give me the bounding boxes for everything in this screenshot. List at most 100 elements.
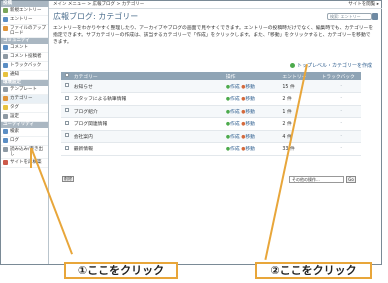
upload-icon bbox=[3, 26, 8, 31]
select-all-checkbox[interactable] bbox=[65, 73, 69, 77]
row-checkbox[interactable] bbox=[65, 120, 69, 125]
row-actions: ●作成 ●移動 bbox=[221, 92, 279, 106]
sidebar-item-label: ログ bbox=[10, 138, 19, 143]
create-button[interactable]: 作成 bbox=[230, 147, 240, 152]
breadcrumb[interactable]: メイン メニュー > 広報ブログ > カテゴリー bbox=[53, 2, 144, 7]
sidebar-item-entries[interactable]: エントリー bbox=[1, 16, 48, 25]
entries-icon bbox=[3, 17, 8, 22]
main-content: 広報ブログ: カテゴリー 検索: エントリー エントリーをわかりやすく整理したり… bbox=[49, 10, 382, 264]
entry-count[interactable]: 33 件 bbox=[278, 142, 318, 156]
import-icon bbox=[3, 147, 8, 152]
row-checkbox[interactable] bbox=[65, 108, 69, 113]
sidebar: 投稿 新規エントリー エントリー ファイルのアップロード コミュニティ コメント… bbox=[1, 1, 49, 264]
search-input[interactable]: 検索: エントリー bbox=[327, 13, 372, 20]
sidebar-item-label: 通知 bbox=[10, 72, 19, 77]
app-window: 投稿 新規エントリー エントリー ファイルのアップロード コミュニティ コメント… bbox=[0, 0, 382, 265]
search-button[interactable] bbox=[372, 13, 378, 20]
create-button[interactable]: 作成 bbox=[230, 85, 240, 90]
sidebar-item-label: コメント投稿者 bbox=[10, 54, 42, 59]
move-button[interactable]: 移動 bbox=[245, 85, 255, 90]
col-entries: エントリー bbox=[278, 72, 318, 80]
sidebar-item-comments[interactable]: コメント bbox=[1, 44, 48, 53]
create-button[interactable]: 作成 bbox=[230, 135, 240, 140]
sidebar-item-label: コメント bbox=[10, 45, 28, 50]
sidebar-item-label: テンプレート bbox=[10, 87, 37, 92]
sidebar-item-settings[interactable]: 設定 bbox=[1, 113, 48, 122]
category-name[interactable]: ブログ関連情報 bbox=[69, 117, 222, 131]
category-name[interactable]: お知らせ bbox=[69, 80, 222, 93]
sidebar-item-log[interactable]: ログ bbox=[1, 137, 48, 146]
sidebar-item-label: タグ bbox=[10, 105, 19, 110]
category-name[interactable]: ブログ紹介 bbox=[69, 105, 222, 118]
table-row: ブログ紹介 ●作成 ●移動 1 件 - bbox=[61, 105, 361, 118]
category-name[interactable]: 会社案内 bbox=[69, 130, 222, 143]
rebuild-icon bbox=[3, 160, 8, 165]
create-button[interactable]: 作成 bbox=[230, 110, 240, 115]
notify-icon bbox=[3, 72, 8, 77]
sidebar-item-tags[interactable]: タグ bbox=[1, 104, 48, 113]
sidebar-item-commenters[interactable]: コメント投稿者 bbox=[1, 53, 48, 62]
table-row: 会社案内 ●作成 ●移動 4 件 - bbox=[61, 130, 361, 143]
row-checkbox[interactable] bbox=[65, 133, 69, 138]
row-actions: ●作成 ●移動 bbox=[221, 142, 279, 156]
table-row: お知らせ ●作成 ●移動 15 件 - bbox=[61, 80, 361, 93]
new-entry-icon bbox=[3, 8, 8, 13]
move-button[interactable]: 移動 bbox=[245, 110, 255, 115]
move-button[interactable]: 移動 bbox=[245, 135, 255, 140]
comment-icon bbox=[3, 45, 8, 50]
move-button[interactable]: 移動 bbox=[245, 122, 255, 127]
category-table: カテゴリー 操作 エントリー トラックバック お知らせ ●作成 ●移動 15 件… bbox=[61, 72, 361, 156]
delete-button[interactable]: 削除 bbox=[62, 176, 74, 182]
col-category: カテゴリー bbox=[69, 72, 222, 80]
sidebar-item-trackbacks[interactable]: トラックバック bbox=[1, 62, 48, 71]
sidebar-item-label: 読み込み/書き出し bbox=[10, 147, 44, 157]
trackback-cell: - bbox=[317, 130, 361, 143]
entry-count[interactable]: 2 件 bbox=[278, 117, 318, 131]
sidebar-item-search[interactable]: 検索 bbox=[1, 128, 48, 137]
tag-icon bbox=[3, 105, 8, 110]
entry-count[interactable]: 4 件 bbox=[278, 130, 318, 143]
create-category-link[interactable]: トップレベル・カテゴリーを作成 bbox=[289, 62, 372, 69]
move-button[interactable]: 移動 bbox=[245, 97, 255, 102]
breadcrumb-bar: メイン メニュー > 広報ブログ > カテゴリー サイトを閲覧 ▸ bbox=[49, 1, 382, 9]
row-actions: ●作成 ●移動 bbox=[221, 80, 279, 93]
create-button[interactable]: 作成 bbox=[230, 97, 240, 102]
sidebar-item-templates[interactable]: テンプレート bbox=[1, 86, 48, 95]
sidebar-item-label: 新規エントリー bbox=[10, 8, 42, 13]
go-button[interactable]: Go bbox=[346, 176, 356, 183]
table-row: ブログ関連情報 ●作成 ●移動 2 件 - bbox=[61, 117, 361, 131]
plus-icon bbox=[289, 63, 295, 68]
search-icon bbox=[3, 129, 8, 134]
view-site-link[interactable]: サイトを閲覧 ▸ bbox=[348, 1, 379, 9]
table-row: スタッフによる執筆情報 ●作成 ●移動 2 件 - bbox=[61, 92, 361, 106]
trackback-cell: - bbox=[317, 80, 361, 93]
sidebar-item-import[interactable]: 読み込み/書き出し bbox=[1, 146, 48, 159]
row-checkbox[interactable] bbox=[65, 83, 69, 87]
sidebar-item-notify[interactable]: 通知 bbox=[1, 71, 48, 80]
sidebar-item-rebuild[interactable]: サイトを再構築 bbox=[1, 159, 48, 168]
col-trackbacks: トラックバック bbox=[317, 72, 361, 80]
move-button[interactable]: 移動 bbox=[245, 147, 255, 152]
sidebar-item-label: カテゴリー bbox=[10, 96, 33, 101]
create-category-label: トップレベル・カテゴリーを作成 bbox=[296, 63, 372, 69]
table-row: 最新情報 ●作成 ●移動 33 件 - bbox=[61, 142, 361, 156]
entry-count[interactable]: 15 件 bbox=[278, 80, 318, 93]
title-row: 広報ブログ: カテゴリー 検索: エントリー bbox=[53, 10, 378, 24]
category-icon bbox=[3, 96, 8, 101]
category-name[interactable]: 最新情報 bbox=[69, 142, 222, 156]
template-icon bbox=[3, 87, 8, 92]
category-name[interactable]: スタッフによる執筆情報 bbox=[69, 92, 222, 106]
create-button[interactable]: 作成 bbox=[230, 122, 240, 127]
sidebar-item-new-entry[interactable]: 新規エントリー bbox=[1, 7, 48, 16]
select-all-header[interactable] bbox=[61, 72, 70, 80]
callout-2: ②ここをクリック bbox=[255, 262, 372, 279]
sidebar-item-upload[interactable]: ファイルのアップロード bbox=[1, 25, 48, 38]
log-icon bbox=[3, 138, 8, 143]
trackback-cell: - bbox=[317, 142, 361, 156]
other-actions-select[interactable]: その他の操作... bbox=[289, 176, 344, 183]
sidebar-item-label: エントリー bbox=[10, 17, 33, 22]
row-actions: ●作成 ●移動 bbox=[221, 117, 279, 131]
row-checkbox[interactable] bbox=[65, 145, 69, 150]
row-checkbox[interactable] bbox=[65, 95, 69, 100]
sidebar-item-categories[interactable]: カテゴリー bbox=[1, 95, 48, 104]
